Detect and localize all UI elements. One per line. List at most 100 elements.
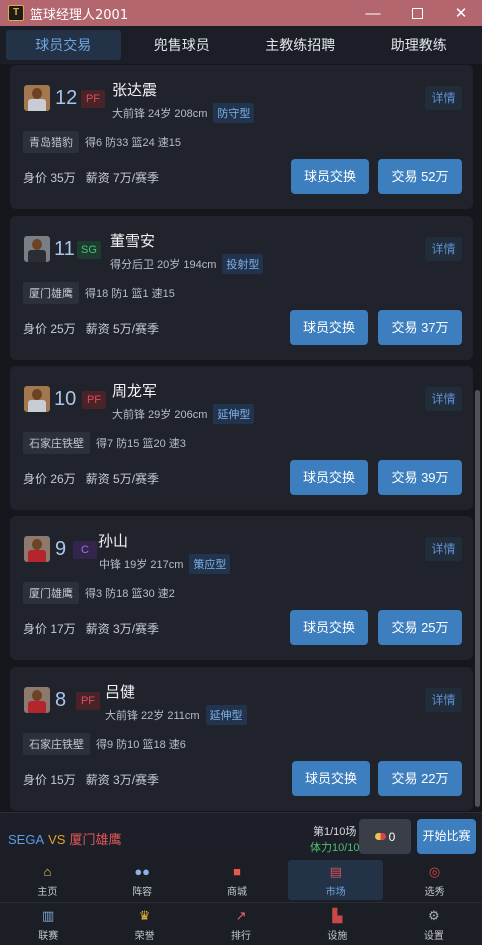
start-match-button[interactable]: 开始比赛 — [417, 819, 476, 854]
swap-button[interactable]: 球员交换 — [290, 310, 368, 345]
player-name: 董雪安 — [110, 233, 156, 250]
window-title: 篮球经理人2001 — [30, 7, 129, 23]
player-info: 大前锋 24岁 208cm 防守型 — [112, 103, 255, 123]
nav-facilities[interactable]: ▙ 设施 — [289, 903, 385, 945]
nav-roster[interactable]: ●● 阵容 — [95, 858, 190, 902]
nav-label: 排行 — [231, 930, 252, 942]
player-stats: 石家庄铁壁 得7 防15 篮20 速3 — [23, 432, 186, 454]
team-tag: 厦门雄鹰 — [23, 582, 79, 604]
player-info: 得分后卫 20岁 194cm 投射型 — [110, 254, 264, 274]
nav-market[interactable]: ▤ 市场 — [288, 860, 384, 900]
maximize-button[interactable] — [394, 0, 440, 26]
player-card: 12 PF 张达震 大前锋 24岁 208cm 防守型 详情 青岛猎豹 得6 防33… — [10, 65, 473, 209]
position-badge: PF — [82, 391, 106, 409]
position-badge: C — [73, 541, 97, 559]
ability-stats: 得7 防15 篮20 速3 — [96, 438, 186, 450]
tab-player-trade[interactable]: 球员交易 — [6, 30, 121, 60]
player-info-text: 大前锋 24岁 208cm — [112, 108, 208, 120]
swap-button[interactable]: 球员交换 — [290, 460, 368, 495]
nav-label: 设置 — [423, 930, 444, 942]
player-name: 孙山 — [98, 533, 129, 550]
trade-button[interactable]: 交易 25万 — [378, 610, 462, 645]
market-tabs: 球员交易 兜售球员 主教练招聘 助理教练 — [0, 26, 482, 64]
player-info: 大前锋 29岁 206cm 延伸型 — [112, 404, 255, 424]
nav-label: 主页 — [37, 886, 58, 898]
jersey-number: 12 — [55, 87, 78, 109]
tab-head-coach[interactable]: 主教练招聘 — [243, 30, 358, 60]
list-scrollbar[interactable] — [475, 390, 480, 807]
player-avatar — [24, 687, 50, 713]
round-counter: 第1/10场 — [313, 826, 357, 838]
player-name: 吕健 — [105, 684, 136, 701]
nav-home[interactable]: ⌂ 主页 — [0, 858, 95, 902]
detail-button[interactable]: 详情 — [425, 688, 462, 712]
player-salary: 薪资 3万/赛季 — [85, 773, 160, 787]
jersey-number: 10 — [54, 388, 77, 410]
detail-button[interactable]: 详情 — [425, 86, 462, 110]
player-type-tag: 防守型 — [213, 103, 255, 123]
nav-draft[interactable]: ◎ 选秀 — [387, 858, 482, 902]
swap-button[interactable]: 球员交换 — [292, 761, 370, 796]
close-button[interactable]: ✕ — [438, 0, 482, 26]
trade-button[interactable]: 交易 52万 — [378, 159, 462, 194]
bottom-nav-primary: ⌂ 主页 ●● 阵容 ■ 商城 ▤ 市场 ◎ 选秀 — [0, 858, 482, 902]
player-card: 11 SG 董雪安 得分后卫 20岁 194cm 投射型 详情 厦门雄鹰 得18 防… — [10, 216, 473, 360]
nav-ranking[interactable]: ↗ 排行 — [193, 903, 289, 945]
price-row: 身价 25万 薪资 5万/赛季 — [23, 320, 159, 337]
player-list[interactable]: 12 PF 张达震 大前锋 24岁 208cm 防守型 详情 青岛猎豹 得6 防33… — [0, 64, 482, 812]
player-avatar — [24, 85, 50, 111]
trade-button[interactable]: 交易 22万 — [378, 761, 462, 796]
trade-button[interactable]: 交易 39万 — [378, 460, 462, 495]
player-card: 10 PF 周龙军 大前锋 29岁 206cm 延伸型 详情 石家庄铁壁 得7 防1… — [10, 366, 473, 510]
app-icon: T — [8, 5, 24, 21]
ability-stats: 得3 防18 篮30 速2 — [85, 588, 175, 600]
player-avatar — [24, 236, 50, 262]
detail-button[interactable]: 详情 — [425, 387, 462, 411]
ability-stats: 得9 防10 篮18 速6 — [96, 739, 186, 751]
pill-item-button[interactable]: 0 — [359, 819, 411, 854]
player-value: 身价 35万 — [23, 171, 76, 185]
player-type-tag: 投射型 — [222, 254, 264, 274]
player-info-text: 得分后卫 20岁 194cm — [110, 259, 217, 271]
nav-settings[interactable]: ⚙ 设置 — [386, 903, 482, 945]
title-bar: T 篮球经理人2001 — ✕ — [0, 0, 482, 26]
team-tag: 石家庄铁壁 — [23, 733, 90, 755]
nav-label: 商城 — [226, 886, 247, 898]
ability-stats: 得6 防33 篮24 速15 — [85, 137, 181, 149]
team-tag: 青岛猎豹 — [23, 131, 79, 153]
tab-sell-player[interactable]: 兜售球员 — [125, 30, 240, 60]
player-info: 中锋 19岁 217cm 策应型 — [99, 554, 231, 574]
trade-button[interactable]: 交易 37万 — [378, 310, 462, 345]
minimize-button[interactable]: — — [350, 0, 396, 26]
detail-button[interactable]: 详情 — [425, 537, 462, 561]
jersey-number: 8 — [55, 689, 67, 711]
nav-label: 市场 — [325, 886, 346, 898]
nav-label: 设施 — [327, 930, 348, 942]
nav-shop[interactable]: ■ 商城 — [190, 858, 285, 902]
facility-icon: ▙ — [332, 907, 343, 923]
nav-honors[interactable]: ♛ 荣誉 — [96, 903, 192, 945]
player-stats: 青岛猎豹 得6 防33 篮24 速15 — [23, 131, 181, 153]
nav-label: 联赛 — [38, 930, 59, 942]
detail-button[interactable]: 详情 — [425, 237, 462, 261]
stamina-counter: 体力10/10 — [310, 842, 360, 854]
tab-assistant-coach[interactable]: 助理教练 — [362, 30, 477, 60]
swap-button[interactable]: 球员交换 — [290, 610, 368, 645]
player-salary: 薪资 7万/赛季 — [85, 171, 160, 185]
player-type-tag: 延伸型 — [205, 705, 247, 725]
away-team: 厦门雄鹰 — [69, 832, 122, 847]
player-stats: 厦门雄鹰 得18 防1 篮1 速15 — [23, 282, 175, 304]
position-badge: SG — [77, 241, 101, 259]
nav-label: 选秀 — [424, 886, 445, 898]
player-name: 张达震 — [112, 82, 158, 99]
league-chart-icon: ▥ — [42, 907, 55, 923]
nav-league[interactable]: ▥ 联赛 — [0, 903, 96, 945]
player-stats: 石家庄铁壁 得9 防10 篮18 速6 — [23, 733, 186, 755]
player-card: 8 PF 吕健 大前锋 22岁 211cm 延伸型 详情 石家庄铁壁 得9 防10 … — [10, 667, 473, 811]
player-avatar — [24, 386, 50, 412]
swap-button[interactable]: 球员交换 — [291, 159, 369, 194]
match-bar: SEGA VS 厦门雄鹰 第1/10场 体力10/10 0 开始比赛 — [0, 812, 482, 858]
bottom-nav-secondary: ▥ 联赛 ♛ 荣誉 ↗ 排行 ▙ 设施 ⚙ 设置 — [0, 902, 482, 945]
player-info: 大前锋 22岁 211cm 延伸型 — [105, 705, 247, 725]
price-row: 身价 26万 薪资 5万/赛季 — [23, 470, 159, 487]
